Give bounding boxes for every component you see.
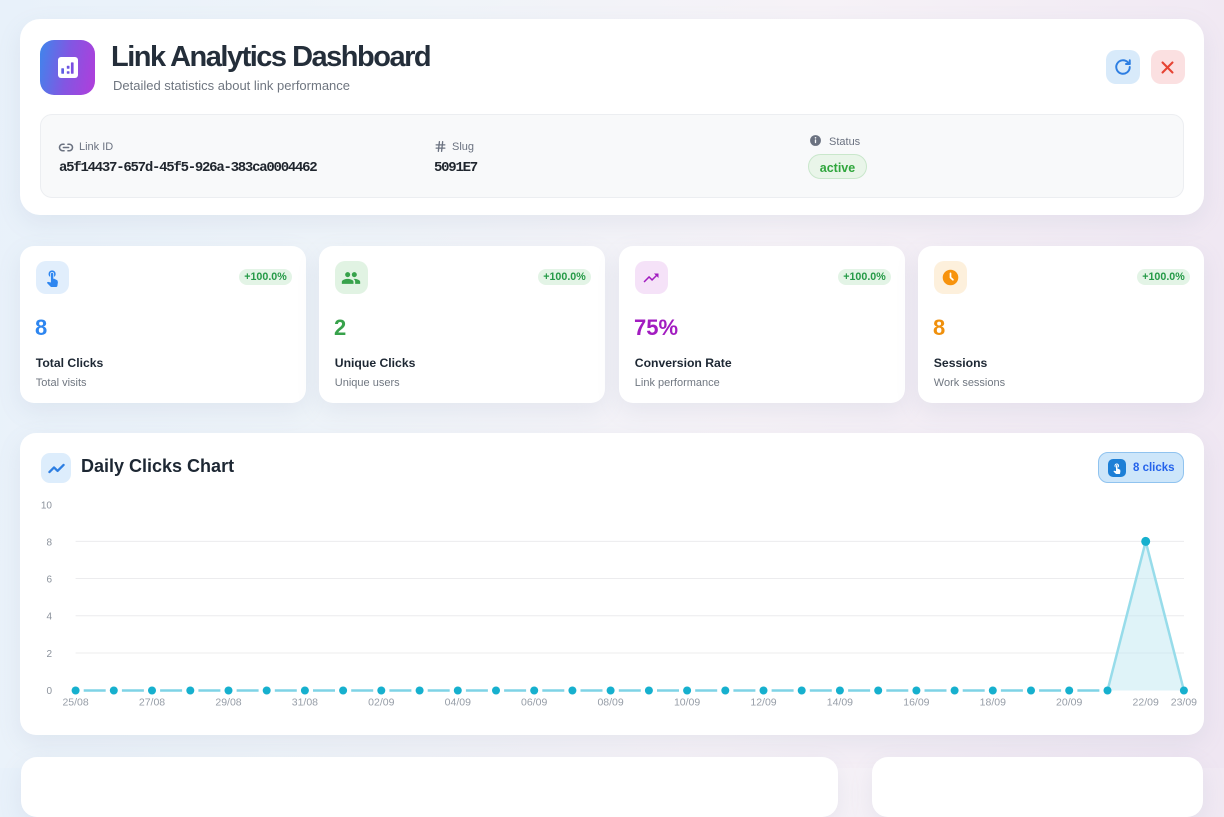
svg-text:25/08: 25/08 [62, 697, 88, 709]
svg-text:8: 8 [46, 537, 52, 548]
svg-text:6: 6 [46, 574, 52, 585]
svg-text:22/09: 22/09 [1133, 697, 1159, 709]
svg-text:0: 0 [46, 686, 52, 697]
svg-text:18/09: 18/09 [980, 697, 1006, 709]
svg-text:23/09: 23/09 [1171, 697, 1197, 709]
svg-text:27/08: 27/08 [139, 697, 165, 709]
svg-text:20/09: 20/09 [1056, 697, 1082, 709]
svg-text:10: 10 [41, 500, 53, 511]
svg-text:08/09: 08/09 [597, 697, 623, 709]
svg-text:2: 2 [46, 649, 52, 660]
svg-text:29/08: 29/08 [215, 697, 241, 709]
svg-text:31/08: 31/08 [292, 697, 318, 709]
svg-text:06/09: 06/09 [521, 697, 547, 709]
svg-text:4: 4 [46, 612, 52, 623]
svg-text:12/09: 12/09 [750, 697, 776, 709]
svg-text:04/09: 04/09 [445, 697, 471, 709]
svg-text:16/09: 16/09 [903, 697, 929, 709]
svg-text:10/09: 10/09 [674, 697, 700, 709]
svg-text:02/09: 02/09 [368, 697, 394, 709]
svg-text:14/09: 14/09 [827, 697, 853, 709]
